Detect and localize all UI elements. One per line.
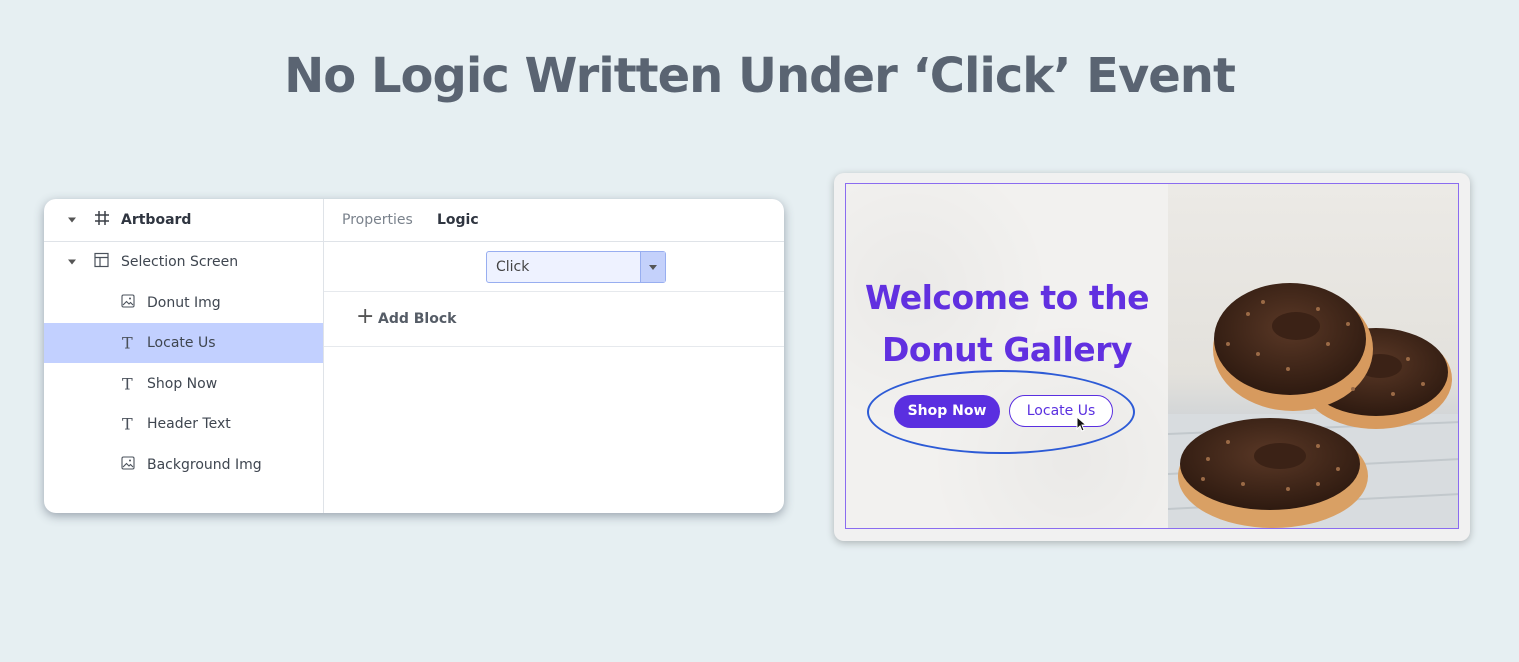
event-select-value: Click <box>496 259 530 275</box>
chevron-down-icon[interactable] <box>640 252 665 282</box>
header-line-1: Welcome to the <box>865 278 1150 317</box>
add-block-label: Add Block <box>378 311 457 327</box>
editor-tabs: Properties Logic <box>324 199 784 242</box>
selection-screen-label: Selection Screen <box>121 254 239 270</box>
layer-row-header-text[interactable]: T Header Text <box>44 404 323 444</box>
frame-icon <box>94 210 110 230</box>
text-icon: T <box>122 414 133 434</box>
image-icon <box>121 294 135 312</box>
layout-icon <box>94 252 109 272</box>
artboard-preview: Welcome to the Donut Gallery Shop Now Lo… <box>845 183 1459 529</box>
text-icon: T <box>122 333 133 353</box>
layer-row-artboard[interactable]: Artboard <box>44 199 323 242</box>
logic-pane: Properties Logic Click + Add Block <box>324 199 784 513</box>
layer-row-selection-screen[interactable]: Selection Screen <box>44 242 323 282</box>
event-select[interactable]: Click <box>486 251 666 283</box>
logic-editor-panel: Artboard Selection Screen Donut Img T Lo… <box>44 199 784 513</box>
layer-row-donut-img[interactable]: Donut Img <box>44 283 323 323</box>
tab-logic[interactable]: Logic <box>437 212 479 228</box>
layer-label: Locate Us <box>147 335 216 351</box>
layer-row-background-img[interactable]: Background Img <box>44 445 323 485</box>
layer-row-shop-now[interactable]: T Shop Now <box>44 364 323 404</box>
event-row: Click <box>324 242 784 292</box>
mouse-cursor-icon <box>1076 416 1088 432</box>
header-line-2: Donut Gallery <box>882 330 1132 369</box>
chevron-down-icon[interactable] <box>68 259 76 265</box>
layer-label: Donut Img <box>147 295 221 311</box>
donut-img <box>1167 184 1458 528</box>
tab-properties[interactable]: Properties <box>342 212 413 228</box>
header-text: Welcome to the Donut Gallery <box>846 272 1168 376</box>
locate-us-button[interactable]: Locate Us <box>1009 395 1113 427</box>
artboard-label: Artboard <box>121 212 192 228</box>
page-headline: No Logic Written Under ‘Click’ Event <box>284 48 1236 104</box>
donut-photo-icon <box>1167 283 1458 528</box>
layers-panel: Artboard Selection Screen Donut Img T Lo… <box>44 199 324 513</box>
layer-label: Header Text <box>147 416 231 432</box>
image-icon <box>121 456 135 474</box>
layer-row-locate-us[interactable]: T Locate Us <box>44 323 323 363</box>
layer-label: Background Img <box>147 457 262 473</box>
text-icon: T <box>122 374 133 394</box>
add-block-row: + Add Block <box>324 292 784 347</box>
shop-now-button[interactable]: Shop Now <box>894 395 1000 428</box>
preview-card: Welcome to the Donut Gallery Shop Now Lo… <box>834 173 1470 541</box>
layer-label: Shop Now <box>147 376 218 392</box>
chevron-down-icon[interactable] <box>68 217 76 223</box>
plus-icon: + <box>356 304 375 329</box>
